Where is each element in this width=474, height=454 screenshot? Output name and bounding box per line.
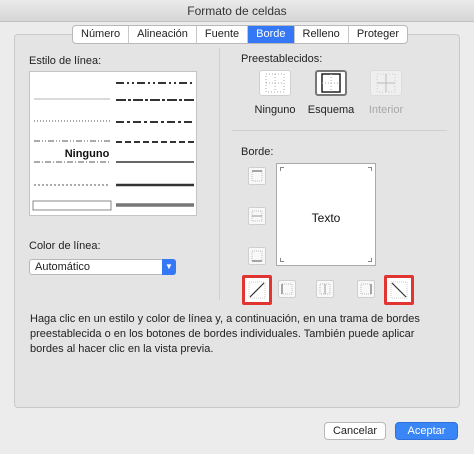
format-cells-dialog: Formato de celdas Número Alineación Fuen… (0, 0, 474, 454)
line-style-label: Estilo de línea: (29, 55, 102, 67)
line-style-swatches (32, 82, 194, 211)
preset-outline-button[interactable] (315, 70, 347, 96)
line-color-label: Color de línea: (29, 240, 101, 252)
tab-fuente[interactable]: Fuente (197, 26, 249, 43)
border-right-icon (360, 283, 372, 295)
preview-text: Texto (311, 211, 341, 225)
border-middle-horizontal-icon (251, 210, 263, 222)
border-middle-vertical-button[interactable] (316, 280, 334, 298)
tab-proteger[interactable]: Proteger (349, 26, 407, 43)
presets-label: Preestablecidos: (241, 53, 323, 65)
preset-none-icon (265, 73, 285, 93)
line-color-select[interactable]: Automático ▼ (29, 259, 176, 275)
tab-alineacion[interactable]: Alineación (129, 26, 197, 43)
ok-button[interactable]: Aceptar (395, 422, 458, 440)
preset-outline-label: Esquema (307, 104, 355, 116)
preset-inside-label: Interior (368, 104, 404, 116)
border-bottom-button[interactable] (248, 247, 266, 265)
line-style-double (32, 200, 112, 211)
diagonal-down-icon (390, 281, 408, 299)
preset-inside-icon (376, 73, 396, 93)
border-label: Borde: (241, 146, 274, 158)
tab-numero[interactable]: Número (73, 26, 130, 43)
preview-corner-mark (280, 167, 284, 171)
window-title: Formato de celdas (187, 4, 287, 18)
help-text: Haga clic en un estilo y color de línea … (30, 313, 420, 355)
border-top-button[interactable] (248, 167, 266, 185)
tab-bar: Número Alineación Fuente Borde Relleno P… (72, 25, 409, 44)
tab-relleno[interactable]: Relleno (295, 26, 349, 43)
tab-borde[interactable]: Borde (248, 26, 295, 43)
preview-corner-mark (368, 258, 372, 262)
border-bottom-icon (251, 250, 263, 262)
line-style-list: Ninguno (29, 71, 197, 216)
border-diagonal-up-button[interactable] (242, 275, 272, 305)
border-middle-horizontal-button[interactable] (248, 207, 266, 225)
line-color-value: Automático (35, 261, 91, 273)
border-middle-vertical-icon (319, 283, 331, 295)
border-diagonal-down-button[interactable] (384, 275, 414, 305)
chevron-down-icon: ▼ (162, 259, 176, 275)
preview-corner-mark (280, 258, 284, 262)
cancel-button[interactable]: Cancelar (324, 422, 386, 440)
border-left-icon (281, 283, 293, 295)
border-right-button[interactable] (357, 280, 375, 298)
title-bar: Formato de celdas (0, 0, 474, 22)
preset-outline-icon (321, 73, 341, 93)
preview-corner-mark (368, 167, 372, 171)
border-left-button[interactable] (278, 280, 296, 298)
vertical-divider (219, 48, 220, 300)
preset-none-label: Ninguno (254, 104, 296, 116)
horizontal-divider (232, 130, 447, 131)
border-preview[interactable]: Texto (276, 163, 376, 266)
border-top-icon (251, 170, 263, 182)
preset-inside-button[interactable] (370, 70, 402, 96)
diagonal-up-icon (248, 281, 266, 299)
preset-none-button[interactable] (259, 70, 291, 96)
